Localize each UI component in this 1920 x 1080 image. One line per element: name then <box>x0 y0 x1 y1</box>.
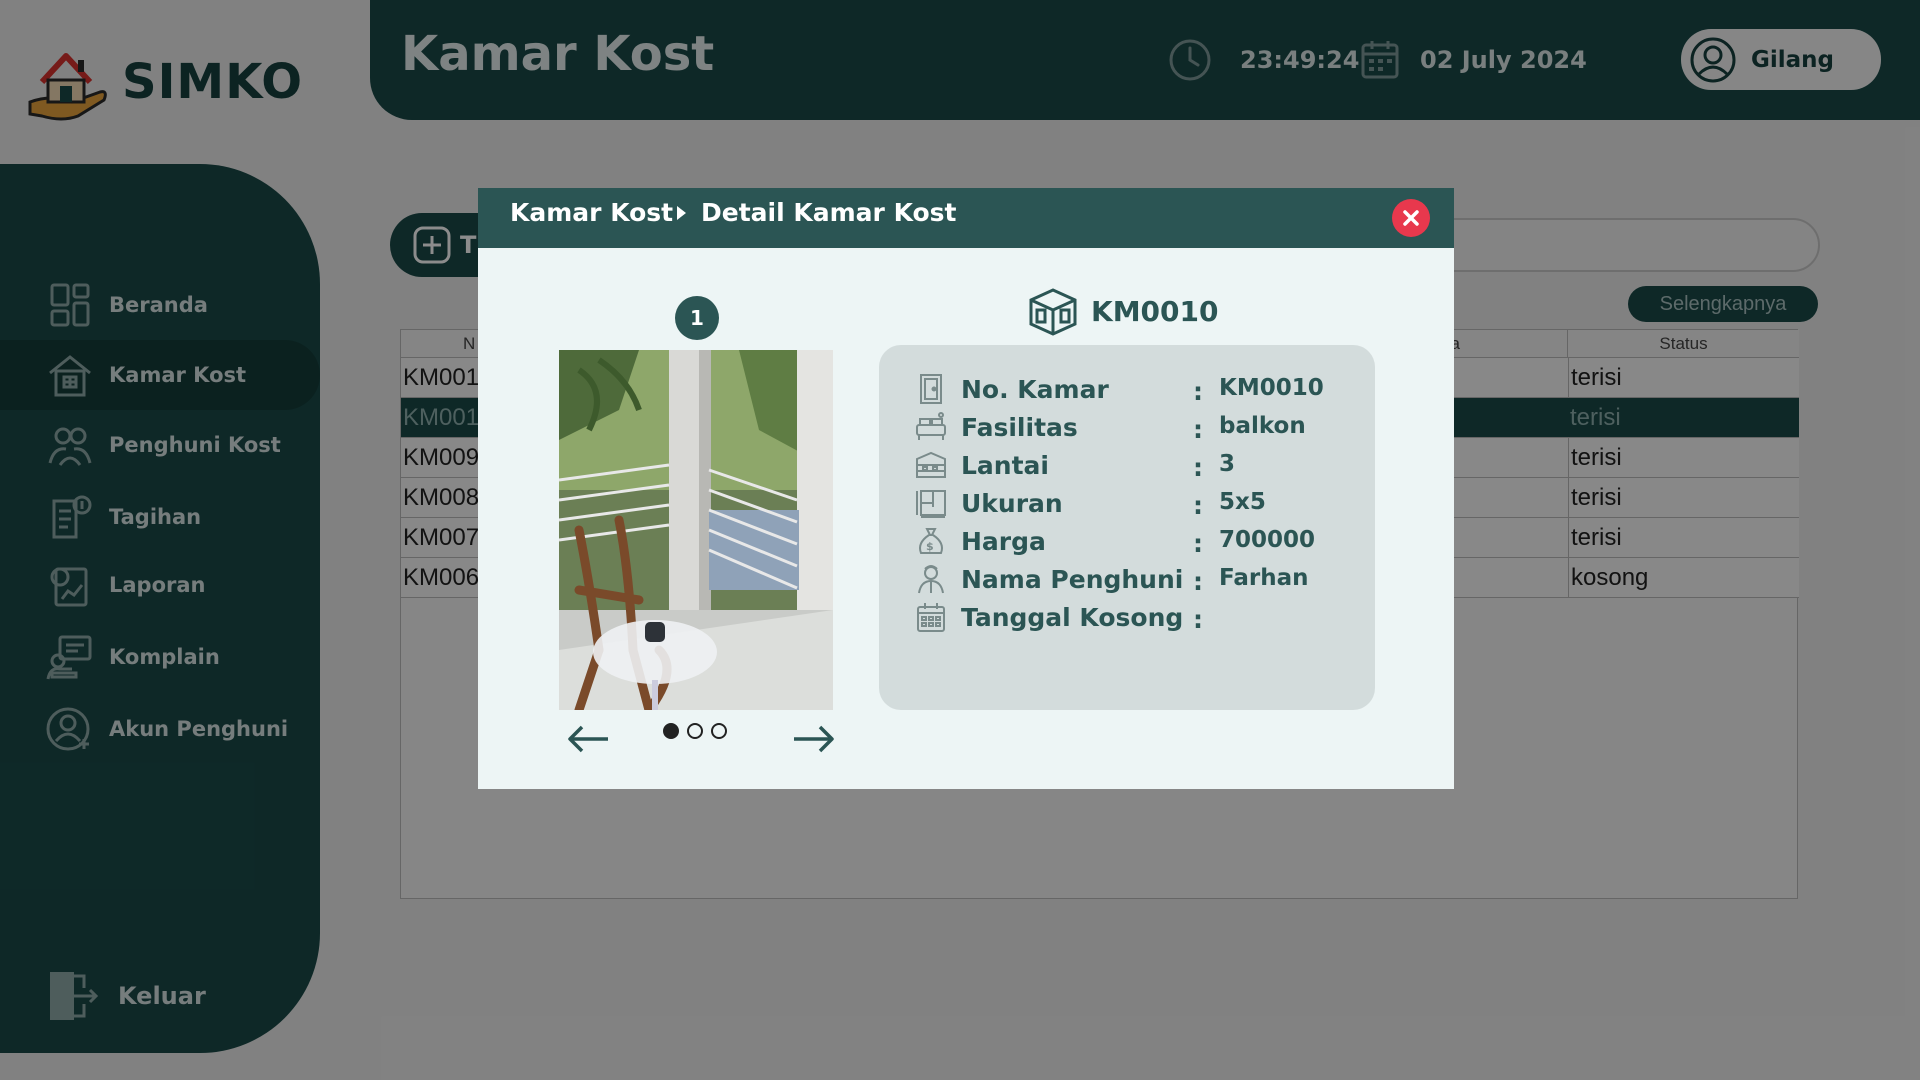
room-box-icon <box>1029 288 1077 336</box>
breadcrumb-detail: Detail Kamar Kost <box>701 198 957 227</box>
detail-label: No. Kamar <box>961 375 1109 404</box>
person-icon <box>918 565 944 594</box>
detail-label: Fasilitas <box>961 413 1078 442</box>
image-index-badge: 1 <box>675 296 719 340</box>
svg-text:$: $ <box>926 540 934 553</box>
detail-row-ukuran: Ukuran : 5x5 <box>915 485 1355 521</box>
detail-value: 5x5 <box>1219 489 1266 515</box>
previous-image-arrow-icon[interactable] <box>566 722 610 756</box>
detail-label: Tanggal Kosong <box>961 603 1184 632</box>
detail-value: 3 <box>1219 451 1236 477</box>
image-pagination <box>663 723 727 739</box>
detail-value: KM0010 <box>1219 375 1324 401</box>
close-modal-button[interactable] <box>1392 199 1430 237</box>
breadcrumb-kamar-kost[interactable]: Kamar Kost <box>510 198 673 227</box>
caret-right-icon <box>677 206 686 220</box>
detail-row-no-kamar: No. Kamar : KM0010 <box>915 371 1355 407</box>
detail-row-lantai: Lantai : 3 <box>915 447 1355 483</box>
detail-label: Ukuran <box>961 489 1063 518</box>
detail-value: balkon <box>1219 413 1306 439</box>
detail-value: Farhan <box>1219 565 1309 591</box>
detail-colon: : <box>1193 453 1203 482</box>
room-code: KM0010 <box>1091 294 1219 328</box>
calendar-icon <box>917 603 945 632</box>
pagination-dot[interactable] <box>711 723 727 739</box>
detail-value: 700000 <box>1219 527 1316 553</box>
detail-label: Nama Penghuni <box>961 565 1184 594</box>
balcony-photo <box>559 350 833 710</box>
detail-row-fasilitas: Fasilitas : balkon <box>915 409 1355 445</box>
floorplan-icon <box>916 490 946 518</box>
room-detail-modal: Kamar Kost Detail Kamar Kost 1 KM0010 No… <box>478 188 1454 789</box>
detail-label: Harga <box>961 527 1046 556</box>
pagination-dot[interactable] <box>663 723 679 739</box>
detail-colon: : <box>1193 605 1203 634</box>
room-detail-card: No. Kamar : KM0010 Fasilitas : balkon La… <box>879 345 1375 710</box>
close-icon <box>1403 210 1419 226</box>
door-icon <box>920 374 942 404</box>
detail-colon: : <box>1193 491 1203 520</box>
detail-row-nama-penghuni: Nama Penghuni : Farhan <box>915 561 1355 597</box>
next-image-arrow-icon[interactable] <box>792 722 836 756</box>
detail-colon: : <box>1193 377 1203 406</box>
detail-label: Lantai <box>961 451 1049 480</box>
detail-colon: : <box>1193 529 1203 558</box>
pagination-dot[interactable] <box>687 723 703 739</box>
building-icon <box>916 451 946 478</box>
detail-colon: : <box>1193 567 1203 596</box>
modal-header: Kamar Kost Detail Kamar Kost <box>478 188 1454 248</box>
money-bag-icon: $ <box>919 528 943 554</box>
bed-icon <box>916 412 946 440</box>
detail-colon: : <box>1193 415 1203 444</box>
detail-row-harga: $ Harga : 700000 <box>915 523 1355 559</box>
room-photo <box>559 350 833 710</box>
room-title: KM0010 <box>1027 286 1219 336</box>
detail-row-tanggal-kosong: Tanggal Kosong : <box>915 599 1355 635</box>
